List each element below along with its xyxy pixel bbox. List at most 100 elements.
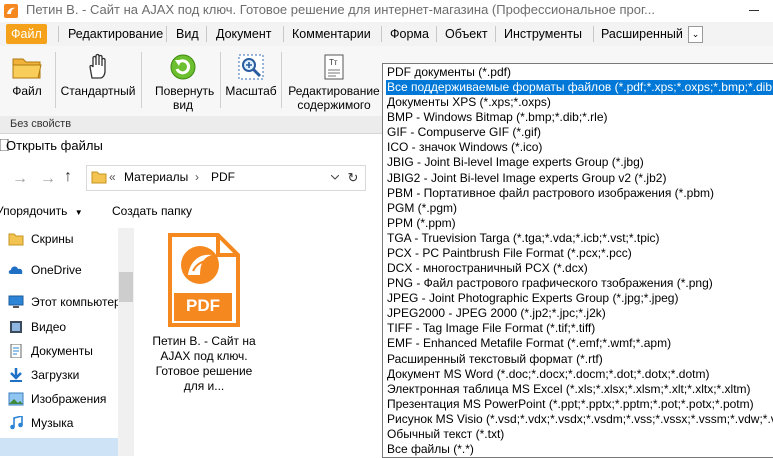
menu-separator <box>58 26 59 42</box>
chevron-down-icon: ▼ <box>74 208 83 217</box>
zoom-icon <box>238 54 264 80</box>
file-type-badge: PDF <box>186 296 220 315</box>
scrollbar-thumb[interactable] <box>119 272 133 302</box>
ribbon-label: Стандартный <box>60 84 136 98</box>
ribbon-label: Редактирование содержимого <box>288 84 380 112</box>
nav-item-label: Видео <box>31 320 67 334</box>
menu-file[interactable]: Файл <box>6 24 47 44</box>
ribbon-label: Повернуть вид <box>155 84 215 112</box>
breadcrumb-part[interactable]: Материалы <box>124 170 188 184</box>
up-arrow-icon[interactable]: ↑ <box>64 168 72 186</box>
cloud-icon <box>8 266 23 274</box>
new-folder-button[interactable]: Создать папку <box>112 204 192 218</box>
file-type-option[interactable]: Документ MS Word (*.doc;*.docx;*.docm;*.… <box>386 367 773 382</box>
properties-status: Без свойств <box>10 118 72 130</box>
file-type-option[interactable]: BMP - Windows Bitmap (*.bmp;*.dib;*.rle) <box>386 110 773 125</box>
file-name-label[interactable]: Петин В. - Сайт на AJAX под ключ. Готово… <box>144 334 264 394</box>
file-type-option[interactable]: Все поддерживаемые форматы файлов (*.pdf… <box>386 80 773 96</box>
file-type-option[interactable]: PGM (*.pgm) <box>386 201 773 216</box>
file-type-option[interactable]: Расширенный текстовый формат (*.rtf) <box>386 352 773 367</box>
nav-item-pictures[interactable]: Изображения <box>0 388 118 410</box>
menu-object[interactable]: Объект <box>440 24 493 44</box>
address-bar[interactable]: « Материалы › PDF <box>86 165 342 191</box>
file-type-option[interactable]: PBM - Портативное файл растрового изобра… <box>386 186 773 201</box>
file-type-option[interactable]: EMF - Enhanced Metafile Format (*.emf;*.… <box>386 336 773 351</box>
file-type-option[interactable]: Все файлы (*.*) <box>386 442 773 457</box>
ribbon-separator <box>220 52 221 108</box>
file-type-option[interactable]: TGA - Truevision Targa (*.tga;*.vda;*.ic… <box>386 231 773 246</box>
nav-item-onedrive[interactable]: OneDrive <box>0 259 118 281</box>
file-type-option[interactable]: Презентация MS PowerPoint (*.ppt;*.pptx;… <box>386 397 773 412</box>
ribbon-separator <box>55 52 56 108</box>
file-type-option[interactable]: TIFF - Tag Image File Format (*.tif;*.ti… <box>386 321 773 336</box>
ribbon-rotate-button[interactable]: Повернуть вид <box>146 48 220 114</box>
nav-item-label: Скрины <box>31 232 74 246</box>
nav-item-label: Музыка <box>31 416 74 430</box>
ribbon-file-button[interactable]: Файл <box>4 48 50 114</box>
file-type-option[interactable]: GIF - Compuserve GIF (*.gif) <box>386 125 773 140</box>
nav-item-label: OneDrive <box>31 263 82 277</box>
nav-item-downloads[interactable]: Загрузки <box>0 364 118 386</box>
edit-content-icon: Tт <box>324 54 344 80</box>
file-type-option[interactable]: PNG - Файл растрового графического тзобр… <box>386 276 773 291</box>
back-arrow-icon[interactable]: → <box>12 170 28 188</box>
menu-separator <box>593 26 594 42</box>
ribbon-edit-content-button[interactable]: Tт Редактирование содержимого <box>286 48 382 114</box>
file-type-option[interactable]: Электронная таблица MS Excel (*.xls;*.xl… <box>386 382 773 397</box>
menu-document[interactable]: Документ <box>211 24 276 44</box>
file-type-option[interactable]: PPM (*.ppm) <box>386 216 773 231</box>
menu-overflow-button[interactable]: ⌄ <box>688 26 703 43</box>
nav-pane-scrollbar[interactable] <box>118 228 134 456</box>
file-type-dropdown-list[interactable]: PDF документы (*.pdf) Все поддерживаемые … <box>382 63 773 458</box>
refresh-icon[interactable]: ↻ <box>341 165 366 191</box>
breadcrumb-part[interactable]: PDF <box>211 170 235 184</box>
nav-item-documents[interactable]: Документы <box>0 340 118 362</box>
breadcrumb-separator: › <box>195 170 199 184</box>
organize-button[interactable]: Упорядочить ▼ <box>0 204 83 218</box>
downloads-icon <box>10 368 22 382</box>
window-title: Петин В. - Сайт на AJAX под ключ. Готово… <box>26 2 655 17</box>
folder-icon <box>91 171 107 184</box>
nav-item-label: Этот компьютер <box>31 295 121 309</box>
nav-item-this-pc[interactable]: Этот компьютер <box>0 291 121 313</box>
file-type-option[interactable]: JBIG - Joint Bi-level Image experts Grou… <box>386 155 773 170</box>
forward-arrow-icon[interactable]: → <box>40 170 56 188</box>
file-type-option[interactable]: Обычный текст (*.txt) <box>386 427 773 442</box>
menu-tools[interactable]: Инструменты <box>499 24 587 44</box>
file-type-option[interactable]: Рисунок MS Visio (*.vsd;*.vdx;*.vsdx;*.v… <box>386 412 773 427</box>
breadcrumb-chevrons[interactable]: « <box>109 170 116 184</box>
chevron-down-icon[interactable] <box>331 175 339 180</box>
folder-icon <box>8 233 24 246</box>
file-type-option[interactable]: Документы XPS (*.xps;*.oxps) <box>386 95 773 110</box>
file-type-option[interactable]: PDF документы (*.pdf) <box>386 65 773 80</box>
nav-item-screens[interactable]: Скрины <box>0 228 118 250</box>
menu-view[interactable]: Вид <box>171 24 204 44</box>
file-type-option[interactable]: JPEG - Joint Photographic Experts Group … <box>386 291 773 306</box>
menu-comments[interactable]: Комментарии <box>287 24 376 44</box>
nav-item-video[interactable]: Видео <box>0 316 118 338</box>
ribbon-standard-button[interactable]: Стандартный <box>58 48 138 114</box>
ribbon-zoom-button[interactable]: Масштаб <box>222 48 280 114</box>
pictures-icon <box>8 392 24 406</box>
nav-item-music[interactable]: Музыка <box>0 412 118 434</box>
menu-separator <box>283 26 284 42</box>
pdf-file-icon[interactable]: PDF <box>166 233 240 327</box>
ribbon-separator <box>281 52 282 108</box>
organize-label: Упорядочить <box>0 204 68 218</box>
file-type-option[interactable]: JBIG2 - Joint Bi-level Image experts Gro… <box>386 171 773 186</box>
minimize-button[interactable] <box>749 10 759 11</box>
menu-form[interactable]: Форма <box>385 24 434 44</box>
menu-edit[interactable]: Редактирование <box>63 24 168 44</box>
documents-icon <box>10 344 22 358</box>
video-icon <box>10 321 22 333</box>
file-type-option[interactable]: JPEG2000 - JPEG 2000 (*.jp2;*.jpc;*.j2k) <box>386 306 773 321</box>
file-type-option[interactable]: DCX - многостраничный PCX (*.dcx) <box>386 261 773 276</box>
file-type-option[interactable]: PCX - PC Paintbrush File Format (*.pcx;*… <box>386 246 773 261</box>
menu-advanced[interactable]: Расширенный <box>596 24 688 44</box>
menu-separator <box>166 26 167 42</box>
nav-item-desktop-partial[interactable] <box>0 438 118 456</box>
computer-icon <box>8 295 24 308</box>
ribbon-label: Масштаб <box>225 84 277 98</box>
dialog-title: Открыть файлы <box>6 138 103 153</box>
file-type-option[interactable]: ICO - значок Windows (*.ico) <box>386 140 773 155</box>
